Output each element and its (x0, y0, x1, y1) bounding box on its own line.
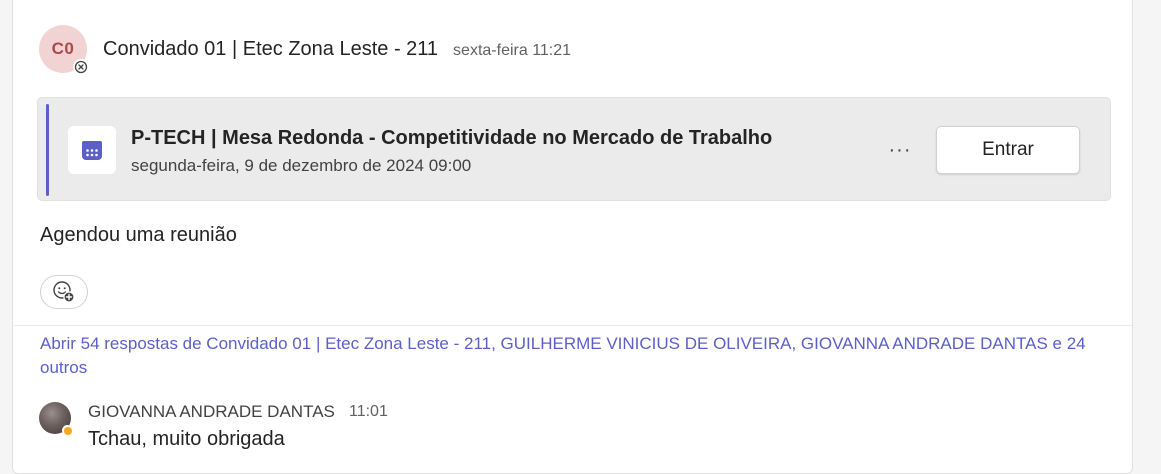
meeting-accent-bar (46, 104, 49, 196)
message-header: C0 Convidado 01 | Etec Zona Leste - 211 … (39, 25, 572, 75)
meeting-date: segunda-feira, 9 de dezembro de 2024 09:… (131, 156, 472, 175)
reply-text: Tchau, muito obrigada (88, 428, 285, 450)
reply-sender-name[interactable]: GIOVANNA ANDRADE DANTAS (88, 402, 335, 422)
avatar[interactable]: C0 (39, 25, 89, 75)
reply-timestamp: 11:01 (349, 403, 388, 420)
message-card: C0 Convidado 01 | Etec Zona Leste - 211 … (12, 0, 1133, 474)
meeting-card[interactable]: P-TECH | Mesa Redonda - Competitividade … (37, 97, 1111, 201)
status-offline-icon (73, 59, 89, 75)
more-options-button[interactable]: ··· (880, 136, 920, 164)
avatar-initials: C0 (51, 39, 75, 58)
add-reaction-button[interactable] (40, 275, 88, 309)
reply-avatar[interactable] (39, 402, 73, 436)
calendar-icon (68, 126, 116, 174)
divider (13, 325, 1132, 326)
status-away-icon (62, 425, 73, 436)
message-timestamp: sexta-feira 11:21 (453, 41, 572, 59)
message-text: Agendou uma reunião (40, 224, 237, 246)
emoji-add-icon (53, 281, 75, 303)
open-replies-link[interactable]: Abrir 54 respostas de Convidado 01 | Ete… (40, 332, 1100, 380)
meeting-title[interactable]: P-TECH | Mesa Redonda - Competitividade … (131, 127, 772, 150)
sender-name[interactable]: Convidado 01 | Etec Zona Leste - 211 (103, 38, 438, 61)
join-button[interactable]: Entrar (936, 126, 1080, 174)
